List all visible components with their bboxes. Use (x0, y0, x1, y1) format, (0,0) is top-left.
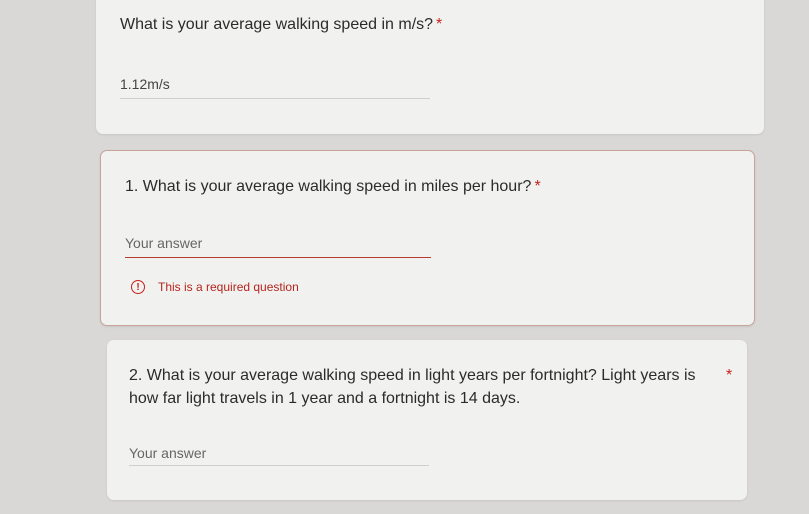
question-card-mph: 1. What is your average walking speed in… (100, 150, 755, 326)
answer-input[interactable]: Your answer (125, 235, 202, 251)
answer-underline (125, 257, 431, 258)
question-title-line1: 2. What is your average walking speed in… (129, 365, 696, 387)
answer-input[interactable]: Your answer (129, 445, 206, 461)
error-text: This is a required question (158, 280, 299, 294)
question-title-text: 2. What is your average walking speed in… (129, 367, 696, 384)
answer-underline (120, 98, 430, 99)
question-title-text-2: how far light travels in 1 year and a fo… (129, 390, 521, 407)
answer-input[interactable]: 1.12m/s (120, 76, 170, 92)
required-asterisk: * (436, 16, 443, 33)
question-title-line2: how far light travels in 1 year and a fo… (129, 388, 520, 410)
question-title: 1. What is your average walking speed in… (125, 176, 541, 198)
question-title-text: 1. What is your average walking speed in… (125, 178, 532, 195)
error-message: ! This is a required question (131, 280, 299, 294)
question-card-light-years: 2. What is your average walking speed in… (107, 340, 747, 500)
required-asterisk: * (534, 178, 541, 195)
question-title: What is your average walking speed in m/… (120, 14, 442, 36)
error-icon: ! (131, 280, 145, 294)
question-card-m-per-s: What is your average walking speed in m/… (96, 0, 764, 134)
required-asterisk: * (726, 367, 733, 384)
question-title-text: What is your average walking speed in m/… (120, 16, 434, 33)
answer-underline (129, 465, 429, 466)
